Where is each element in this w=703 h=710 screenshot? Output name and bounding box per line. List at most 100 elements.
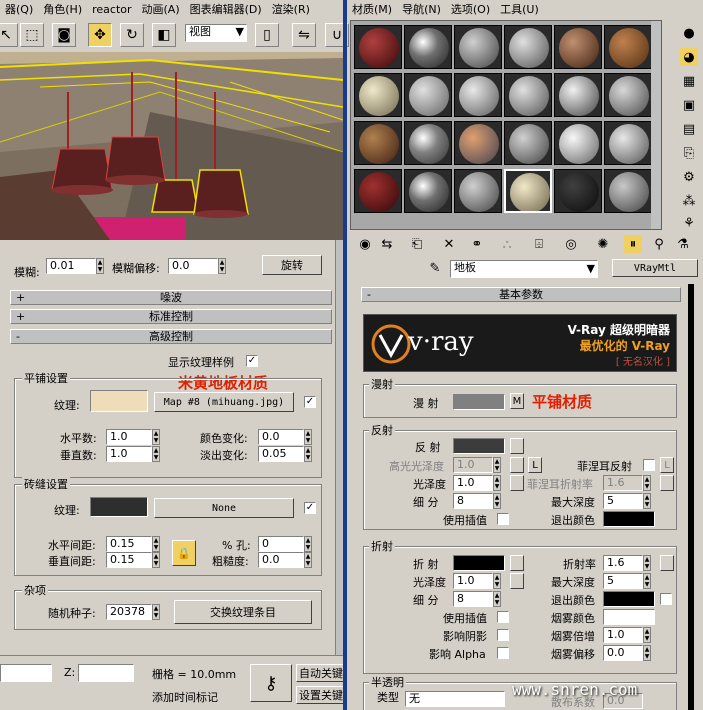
menu-item[interactable]: 工具(U) [495,1,544,17]
refl-subdivs-input[interactable]: 8 [453,493,493,509]
lock-hilight-button[interactable]: L [528,457,542,473]
refl-gloss-spinner[interactable]: ▲ ▼ [493,475,501,491]
pick-material-icon[interactable]: ⚗ [674,235,692,253]
v-count-spinner[interactable]: ▲ ▼ [152,446,160,462]
sample-slots-scrollbar[interactable] [651,21,661,229]
sample-slot[interactable] [354,25,402,69]
uv-tiling-icon[interactable]: ▣ [680,96,698,114]
exit-color-swatch[interactable] [603,511,655,527]
select-by-material-icon[interactable]: ⁂ [680,192,698,210]
rollout-noise[interactable]: + 噪波 [10,290,332,305]
blur-input[interactable]: 0.01 [46,258,96,274]
tile-texture-swatch[interactable] [90,390,148,412]
h-gap-spinner[interactable]: ▲ ▼ [152,536,160,552]
select-arrow-icon[interactable]: ↖ [0,23,18,47]
h-gap-input[interactable]: 0.15 [106,536,152,552]
ior-spinner[interactable]: ▲ ▼ [643,555,651,571]
reflect-color-swatch[interactable] [453,438,505,454]
tile-map-checkbox[interactable]: ✓ [304,396,316,408]
sample-slot[interactable] [454,25,502,69]
params-scrollbar[interactable] [688,284,694,710]
rollout-advanced-controls[interactable]: - 高级控制 [10,329,332,344]
refr-max-depth-spinner[interactable]: ▲ ▼ [643,573,651,589]
random-seed-input[interactable]: 20378 [106,604,152,620]
refr-subdivs-spinner[interactable]: ▲ ▼ [493,591,501,607]
reflect-map-button[interactable] [510,438,524,454]
grout-map-checkbox[interactable]: ✓ [304,502,316,514]
lock-gap-button[interactable]: 🔒 [172,540,196,566]
material-name-dropdown[interactable]: 地板 ▼ [450,260,598,278]
sample-slot[interactable] [604,73,652,117]
menu-item[interactable]: 选项(O) [446,1,495,17]
grout-map-button[interactable]: None [154,498,294,518]
refr-max-depth-input[interactable]: 5 [603,573,643,589]
sample-slot[interactable] [554,169,602,213]
hilight-gloss-input[interactable]: 1.0 [453,457,493,473]
sample-slot[interactable] [554,121,602,165]
refr-gloss-input[interactable]: 1.0 [453,573,493,589]
material-navigator-icon[interactable]: ⚘ [680,214,698,232]
color-variance-input[interactable]: 0.0 [258,429,304,445]
fade-variance-spinner[interactable]: ▲ ▼ [304,446,312,462]
ior-input[interactable]: 1.6 [603,555,643,571]
set-key-button[interactable]: 设置关键 [296,686,346,704]
options-icon[interactable]: ⚙ [680,168,698,186]
sample-slot[interactable] [604,25,652,69]
refr-use-interp-checkbox[interactable] [497,611,509,623]
fog-color-swatch[interactable] [603,609,655,625]
ior-map-button[interactable] [660,555,674,571]
sample-slot[interactable] [404,25,452,69]
put-to-library-icon[interactable]: ⛬ [498,235,516,253]
v-gap-input[interactable]: 0.15 [106,552,152,568]
material-type-button[interactable]: VRayMtl [612,259,698,277]
blur-offset-spinner[interactable]: ▲ ▼ [218,258,226,274]
roughness-spinner[interactable]: ▲ ▼ [304,552,312,568]
fresnel-ior-map-button[interactable] [660,475,674,491]
max-depth-input[interactable]: 5 [603,493,643,509]
affect-alpha-checkbox[interactable] [497,647,509,659]
sample-slot[interactable] [354,73,402,117]
menu-item[interactable]: 渲染(R) [267,1,315,17]
menu-item[interactable]: 角色(H) [38,1,87,17]
refl-subdivs-spinner[interactable]: ▲ ▼ [493,493,501,509]
sample-slot[interactable] [404,121,452,165]
reset-map-icon[interactable]: ✕ [440,235,458,253]
sample-slot[interactable] [554,73,602,117]
color-variance-spinner[interactable]: ▲ ▼ [304,429,312,445]
affect-shadow-checkbox[interactable] [497,629,509,641]
background-checker-icon[interactable]: ▦ [680,72,698,90]
refr-subdivs-input[interactable]: 8 [453,591,493,607]
roughness-input[interactable]: 0.0 [258,552,304,568]
sample-slot[interactable] [604,121,652,165]
sample-slot[interactable] [404,169,452,213]
blur-spinner[interactable]: ▲ ▼ [96,258,104,274]
fog-mult-input[interactable]: 1.0 [603,627,643,643]
menu-item[interactable]: 器(Q) [0,1,38,17]
holes-spinner[interactable]: ▲ ▼ [304,536,312,552]
menu-item[interactable]: 导航(N) [397,1,446,17]
refl-gloss-input[interactable]: 1.0 [453,475,493,491]
x-coordinate-field[interactable] [0,664,52,682]
show-end-result-icon[interactable]: ✺ [594,235,612,253]
refl-use-interp-checkbox[interactable] [497,513,509,525]
sample-slot[interactable] [404,73,452,117]
sample-slot[interactable] [454,121,502,165]
random-seed-spinner[interactable]: ▲ ▼ [152,604,160,620]
menu-item[interactable]: reactor [87,3,136,16]
assign-material-icon[interactable]: ⎗ [408,235,426,253]
v-gap-spinner[interactable]: ▲ ▼ [152,552,160,568]
window-crossing-icon[interactable]: ◙ [52,23,76,47]
auto-key-button[interactable]: 自动关键 [296,664,346,682]
fresnel-ior-spinner[interactable]: ▲ ▼ [643,475,651,491]
h-count-input[interactable]: 1.0 [106,429,152,445]
refr-gloss-spinner[interactable]: ▲ ▼ [493,573,501,589]
swap-texture-button[interactable]: 交换纹理条目 [174,600,312,624]
z-coordinate-field[interactable] [78,664,134,682]
sample-slot[interactable] [554,25,602,69]
sample-slot[interactable] [604,169,652,213]
make-preview-icon[interactable]: ⎘ [680,144,698,162]
rotate-icon[interactable]: ↻ [120,23,144,47]
sample-slot[interactable] [504,25,552,69]
perspective-viewport[interactable] [0,52,343,240]
refl-gloss-map-button[interactable] [510,475,524,491]
